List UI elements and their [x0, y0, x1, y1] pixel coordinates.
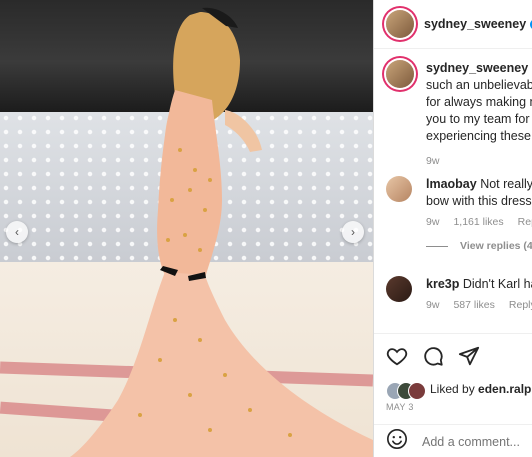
view-replies-button[interactable]: View replies (4	[460, 240, 532, 252]
commenter-username[interactable]: kre3p	[426, 277, 459, 291]
caption-avatar[interactable]	[386, 60, 414, 88]
liker-avatars	[386, 381, 426, 400]
chevron-right-icon: ›	[351, 225, 355, 239]
reply-button[interactable]: Reply	[509, 299, 532, 311]
caption-username[interactable]: sydney_sweeney	[426, 61, 528, 75]
reply-button[interactable]: Reply	[518, 216, 532, 228]
divider-line	[426, 245, 448, 247]
caption-line: experiencing these m	[426, 129, 532, 143]
add-comment-bar	[374, 424, 532, 457]
comment-likes[interactable]: 587 likes	[453, 299, 494, 311]
comment-text: bow with this dress	[426, 194, 532, 208]
avatar	[408, 381, 426, 400]
liked-by: Liked by eden.ralph	[386, 381, 532, 400]
caption: sydney_sweeney✓ such an unbelievable for…	[386, 60, 532, 167]
post-header: sydney_sweeney✓	[374, 0, 532, 49]
gown-figure	[70, 7, 373, 457]
post-image[interactable]: ‹ ›	[0, 0, 373, 457]
comment-item: kre3p Didn't Karl hat 9w 587 likes Reply	[386, 276, 532, 311]
send-icon[interactable]	[458, 345, 480, 372]
post-actions	[386, 345, 480, 372]
comment-item: lmaobay Not really m bow with this dress…	[386, 176, 532, 252]
section-divider	[374, 333, 532, 334]
liked-by-label: Liked by	[430, 382, 479, 396]
caption-line: you to my team for e	[426, 112, 532, 126]
liked-by-user[interactable]: eden.ralph	[478, 382, 532, 396]
commenter-avatar[interactable]	[386, 176, 412, 202]
previous-image-button[interactable]: ‹	[6, 221, 28, 243]
author-avatar[interactable]	[386, 10, 414, 38]
comment-text: Not really m	[480, 177, 532, 191]
comment-input[interactable]	[420, 433, 532, 450]
author-username[interactable]: sydney_sweeney✓	[424, 17, 532, 31]
caption-timestamp[interactable]: 9w	[426, 155, 532, 167]
post-date[interactable]: MAY 3	[386, 402, 414, 412]
comment-text: Didn't Karl hat	[462, 277, 532, 291]
caption-line: for always making m	[426, 95, 532, 109]
comment-timestamp[interactable]: 9w	[426, 299, 439, 311]
heart-icon[interactable]	[386, 345, 408, 372]
comment-timestamp[interactable]: 9w	[426, 216, 439, 228]
comment-likes[interactable]: 1,161 likes	[453, 216, 503, 228]
comment-icon[interactable]	[422, 345, 444, 372]
commenter-avatar[interactable]	[386, 276, 412, 302]
caption-line: such an unbelievable	[426, 78, 532, 92]
emoji-icon[interactable]	[386, 428, 408, 455]
next-image-button[interactable]: ›	[342, 221, 364, 243]
comments-panel: sydney_sweeney✓ sydney_sweeney✓ such an …	[373, 0, 532, 457]
chevron-left-icon: ‹	[15, 225, 19, 239]
commenter-username[interactable]: lmaobay	[426, 177, 477, 191]
